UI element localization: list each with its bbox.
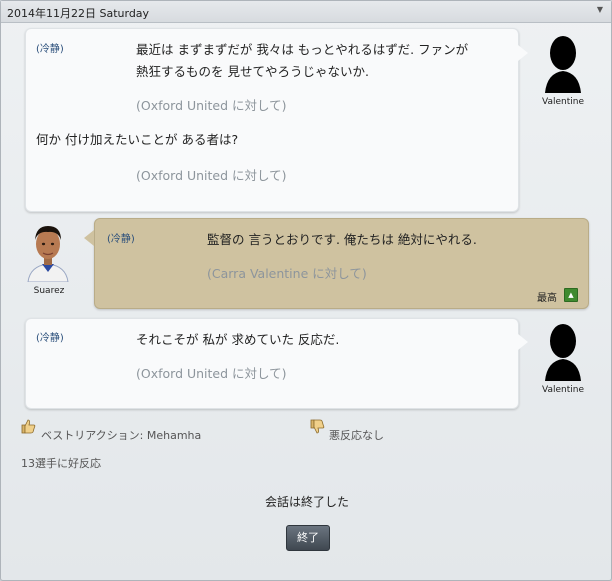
speaker-name: Valentine (542, 385, 584, 395)
message-context: (Oxford United に対して) (136, 366, 287, 381)
valentine-avatar-silhouette (545, 36, 581, 93)
followup-line: 何か 付け加えたいことが ある者は? (36, 132, 239, 147)
suarez-avatar (27, 226, 69, 282)
message-bubble-1: (冷静) 最近は まずまずだが 我々は もっとやれるはずだ. ファンが 熱狂する… (25, 28, 519, 212)
tone-label: (冷静) (36, 44, 64, 55)
tone-label: (冷静) (36, 333, 64, 344)
message-line: 熱狂するものを 見せてやろうじゃないか. (136, 64, 369, 79)
tone-label: (冷静) (107, 234, 135, 245)
valentine-avatar-silhouette (545, 324, 581, 381)
followup-context: (Oxford United に対して) (136, 168, 287, 183)
speaker-name: Suarez (33, 286, 65, 296)
bubble-tail (518, 45, 528, 61)
best-reaction-label: ベストリアクション: Mehamha (41, 429, 202, 442)
bubble-tail (518, 334, 528, 350)
conversation-panel: 2014年11月22日 Saturday ▼ (冷静) 最近は まずまずだが 我… (0, 0, 612, 581)
thumbs-down-icon (310, 419, 325, 434)
message-context: (Oxford United に対して) (136, 98, 287, 113)
message-bubble-3: (冷静) それこそが 私が 求めていた 反応だ. (Oxford United … (25, 318, 519, 409)
collapse-arrow-icon[interactable]: ▼ (597, 5, 603, 14)
up-arrow-icon: ▲ (564, 288, 578, 302)
bad-reaction-label: 悪反応なし (329, 429, 384, 442)
message-context: (Carra Valentine に対して) (207, 266, 367, 281)
good-reaction-count: 13選手に好反応 (21, 457, 101, 470)
message-bubble-2: (冷静) 監督の 言うとおりです. 俺たちは 絶対にやれる. (Carra Va… (94, 218, 589, 309)
reaction-rating: 最高 (537, 293, 557, 304)
bubble-tail (84, 230, 94, 246)
date-header: 2014年11月22日 Saturday ▼ (1, 1, 611, 23)
message-line: 最近は まずまずだが 我々は もっとやれるはずだ. ファンが (136, 42, 469, 57)
message-line: それこそが 私が 求めていた 反応だ. (136, 332, 340, 347)
thumbs-up-icon (21, 419, 36, 434)
conversation-ended-message: 会話は終了した (264, 495, 349, 509)
date-label: 2014年11月22日 Saturday (7, 7, 150, 20)
message-line: 監督の 言うとおりです. 俺たちは 絶対にやれる. (207, 232, 477, 247)
speaker-name: Valentine (542, 97, 584, 107)
end-button[interactable]: 終了 (286, 525, 330, 551)
